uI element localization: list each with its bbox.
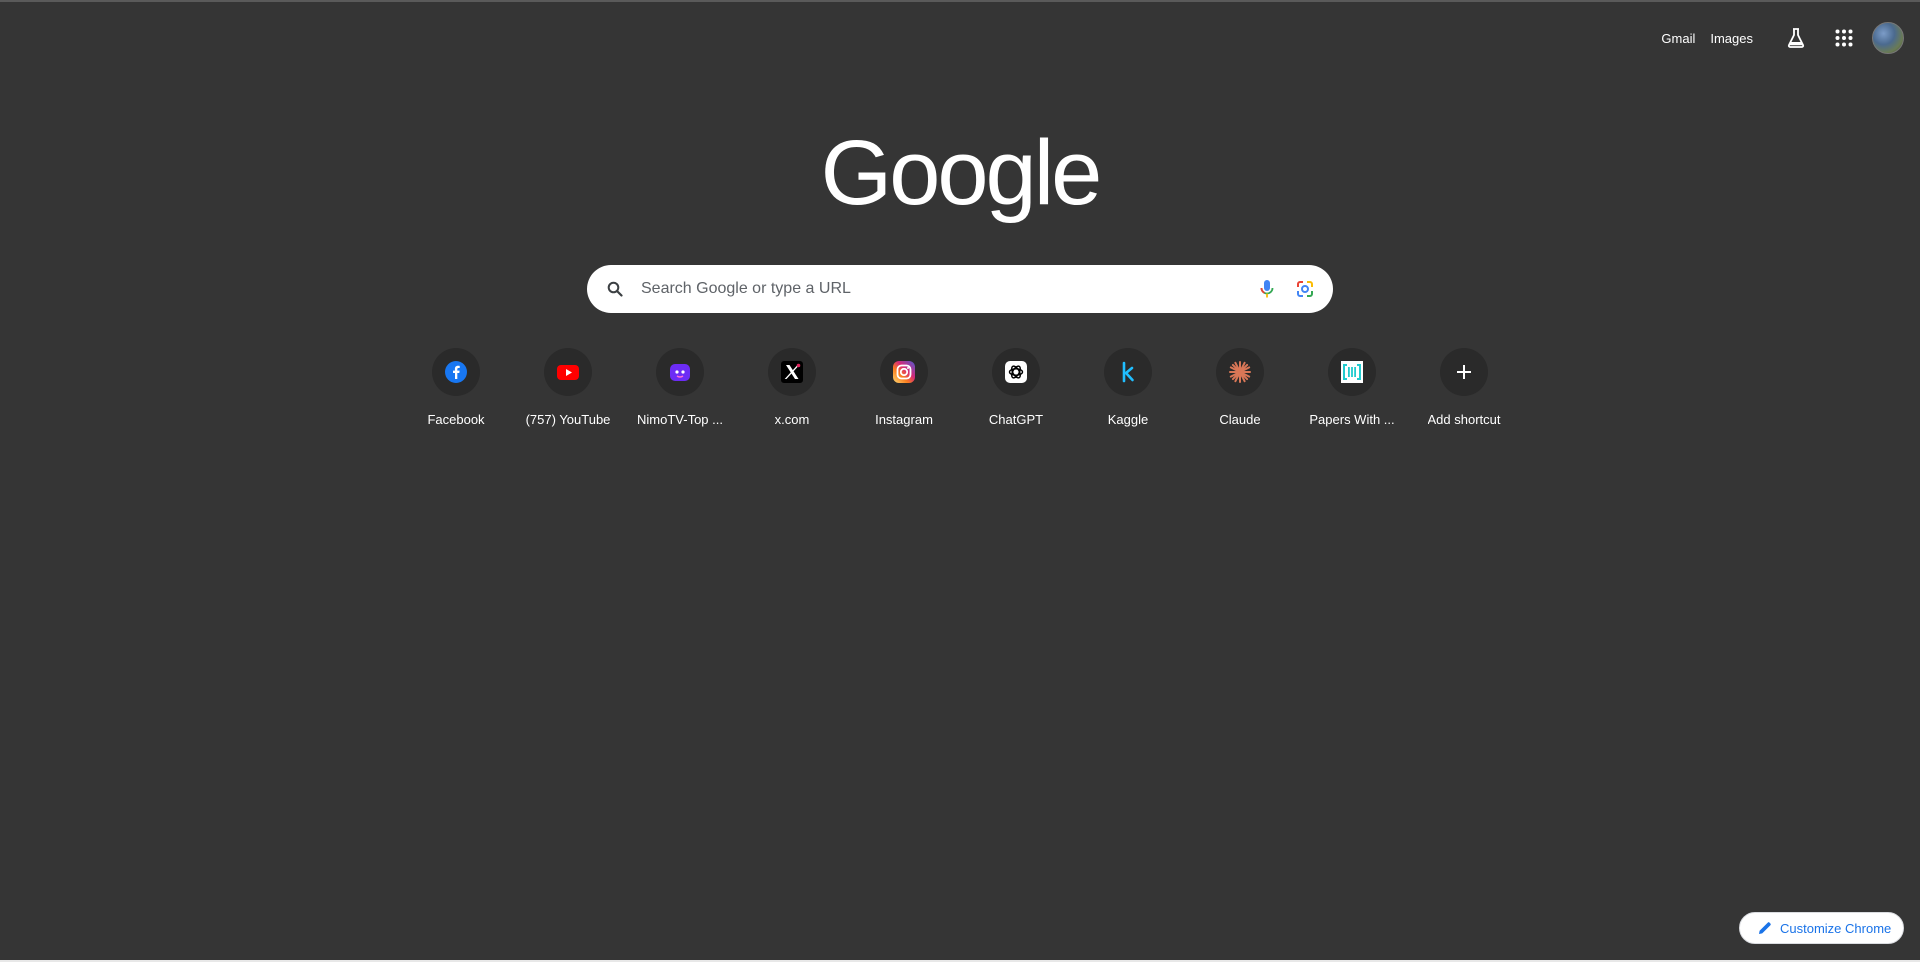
shortcut-claude[interactable]: Claude [1184, 340, 1296, 452]
customize-chrome-button[interactable]: Customize Chrome [1739, 912, 1904, 944]
customize-chrome-label: Customize Chrome [1780, 920, 1892, 936]
flask-icon[interactable] [1776, 18, 1816, 58]
shortcut-kaggle[interactable]: Kaggle [1072, 340, 1184, 452]
top-bar: Gmail Images [1661, 18, 1904, 58]
shortcut-label: Papers With ... [1309, 412, 1395, 427]
shortcut-chatgpt[interactable]: ChatGPT [960, 340, 1072, 452]
profile-avatar[interactable] [1872, 22, 1904, 54]
shortcut-label: NimoTV-Top ... [637, 412, 723, 427]
chatgpt-icon [1005, 361, 1027, 383]
shortcut-label: ChatGPT [988, 412, 1044, 427]
images-link[interactable]: Images [1710, 31, 1753, 46]
shortcut-label: Facebook [427, 412, 485, 427]
plus-icon [1457, 365, 1471, 379]
shortcut-paperswithcode[interactable]: Papers With ... [1296, 340, 1408, 452]
pencil-icon [1759, 922, 1771, 934]
shortcut-label: Add shortcut [1427, 412, 1501, 427]
shortcut-label: (757) YouTube [525, 412, 611, 427]
youtube-icon [557, 365, 579, 380]
shortcut-label: Claude [1219, 412, 1261, 427]
shortcut-label: Kaggle [1107, 412, 1149, 427]
kaggle-icon [1122, 361, 1134, 383]
instagram-icon [893, 361, 915, 383]
google-lens-icon[interactable] [1295, 279, 1315, 299]
shortcuts-row: Facebook (757) YouTube NimoTV-Top ... x.… [400, 340, 1520, 452]
shortcut-label: Instagram [875, 412, 933, 427]
google-logo: Google [820, 122, 1103, 224]
gmail-link[interactable]: Gmail [1661, 31, 1695, 46]
facebook-icon [445, 361, 467, 383]
shortcut-instagram[interactable]: Instagram [848, 340, 960, 452]
microphone-icon[interactable] [1257, 279, 1277, 299]
apps-grid-icon[interactable] [1824, 18, 1864, 58]
claude-icon [1229, 361, 1251, 383]
add-shortcut-button[interactable]: Add shortcut [1408, 340, 1520, 452]
shortcut-label: x.com [774, 412, 810, 427]
nimotv-icon [670, 364, 690, 381]
shortcut-youtube[interactable]: (757) YouTube [512, 340, 624, 452]
x-icon [781, 361, 803, 383]
top-border [0, 0, 1920, 2]
search-box[interactable] [587, 265, 1333, 313]
search-input[interactable] [641, 265, 1257, 313]
shortcut-x[interactable]: x.com [736, 340, 848, 452]
shortcut-facebook[interactable]: Facebook [400, 340, 512, 452]
shortcut-nimotv[interactable]: NimoTV-Top ... [624, 340, 736, 452]
paperswithcode-icon [1341, 361, 1363, 383]
search-icon [607, 281, 623, 297]
